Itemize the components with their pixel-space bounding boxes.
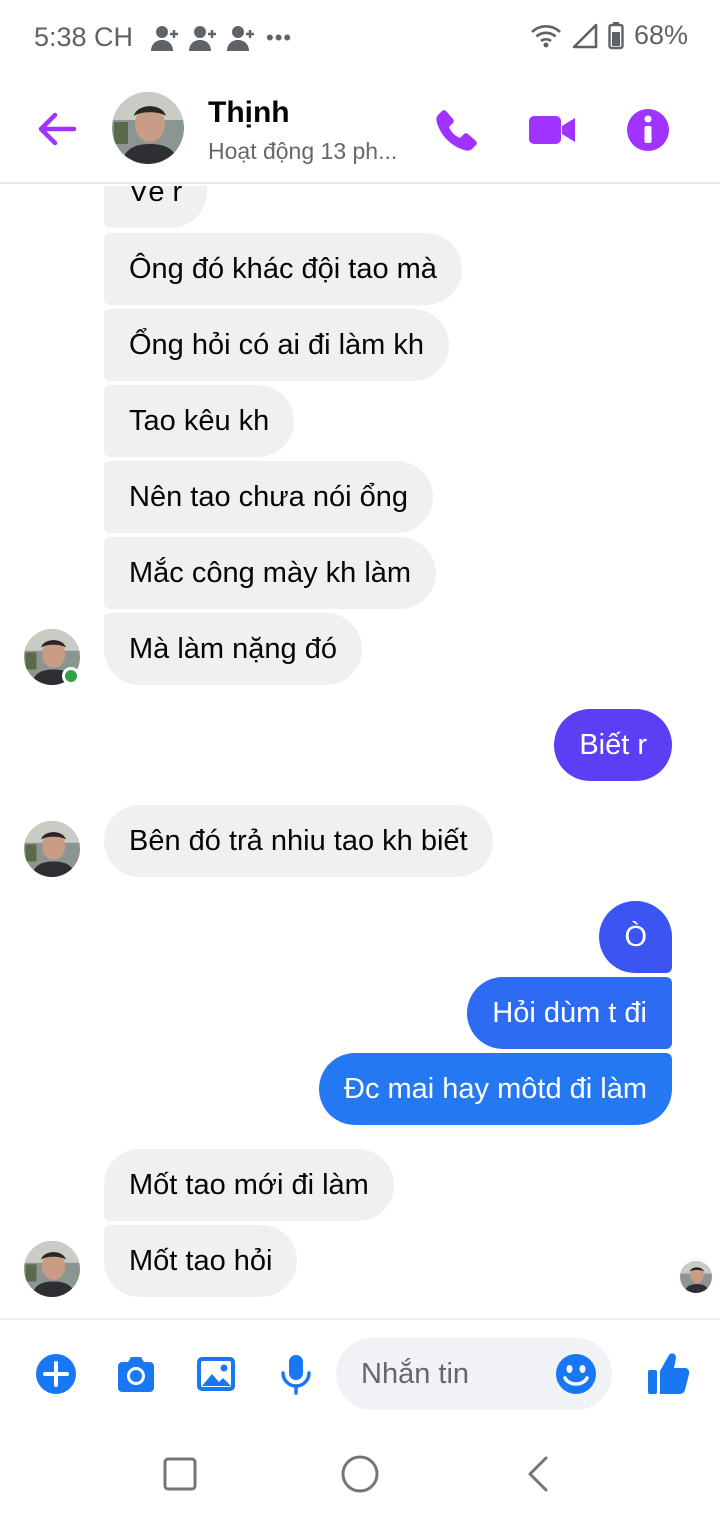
signal-icon — [572, 23, 598, 48]
avatar[interactable] — [112, 92, 184, 164]
incoming-message[interactable]: Mốt tao hỏi — [104, 1225, 298, 1297]
recent-apps-icon[interactable] — [158, 1452, 202, 1496]
active-status: Hoạt động 13 ph... — [208, 138, 398, 164]
thumbs-up-icon[interactable] — [646, 1350, 690, 1396]
outgoing-message[interactable]: Hỏi dùm t đi — [467, 977, 672, 1049]
add-friend-icon — [227, 26, 254, 51]
incoming-message[interactable]: Ông đó khác đội tao mà — [104, 233, 462, 305]
incoming-message[interactable]: Nên tao chưa nói ổng — [104, 461, 433, 533]
avatar[interactable] — [24, 821, 80, 877]
seen-receipt-avatar — [680, 1261, 712, 1293]
back-icon[interactable] — [518, 1452, 562, 1496]
incoming-message[interactable]: Mà làm nặng đó — [104, 613, 362, 685]
battery-percent: 68% — [633, 20, 688, 50]
incoming-message[interactable]: Ổng hỏi có ai đi làm kh — [104, 309, 449, 381]
incoming-message[interactable]: Về r — [104, 186, 208, 228]
status-time: 5:38 CH — [34, 22, 134, 52]
home-icon[interactable] — [338, 1452, 382, 1496]
image-icon[interactable] — [194, 1352, 238, 1396]
arrow-left-icon[interactable] — [34, 106, 80, 152]
notification-icons: ••• — [150, 24, 292, 52]
video-camera-icon[interactable] — [527, 106, 577, 154]
message-composer — [0, 1318, 720, 1430]
microphone-icon[interactable] — [274, 1352, 318, 1396]
incoming-message[interactable]: Mắc công mày kh làm — [104, 537, 437, 609]
outgoing-message[interactable]: Ò — [599, 901, 672, 973]
more-notifications: ••• — [266, 25, 293, 50]
plus-circle-icon[interactable] — [34, 1352, 78, 1396]
info-icon[interactable] — [624, 106, 672, 154]
add-friend-icon — [189, 26, 216, 51]
status-bar: 5:38 CH ••• 68% — [0, 0, 720, 76]
camera-icon[interactable] — [114, 1352, 158, 1396]
phone-icon[interactable] — [433, 106, 481, 154]
battery-icon — [608, 21, 624, 49]
message-list[interactable]: Về r Ông đó khác đội tao mà Ổng hỏi có a… — [0, 186, 720, 1318]
system-nav-bar — [0, 1430, 720, 1520]
avatar[interactable] — [24, 1241, 80, 1297]
incoming-message[interactable]: Mốt tao mới đi làm — [104, 1149, 394, 1221]
incoming-message[interactable]: Tao kêu kh — [104, 385, 295, 457]
conversation-header: Thịnh Hoạt động 13 ph... — [0, 76, 720, 184]
emoji-icon[interactable] — [554, 1352, 598, 1396]
wifi-icon — [531, 24, 561, 47]
online-indicator — [62, 667, 80, 685]
outgoing-message[interactable]: Đc mai hay môtd đi làm — [319, 1053, 672, 1125]
add-friend-icon — [151, 26, 178, 51]
incoming-message[interactable]: Bên đó trả nhiu tao kh biết — [104, 805, 493, 877]
contact-name: Thịnh — [208, 96, 290, 129]
outgoing-message[interactable]: Biết r — [554, 709, 672, 781]
status-right: 68% — [530, 20, 688, 51]
